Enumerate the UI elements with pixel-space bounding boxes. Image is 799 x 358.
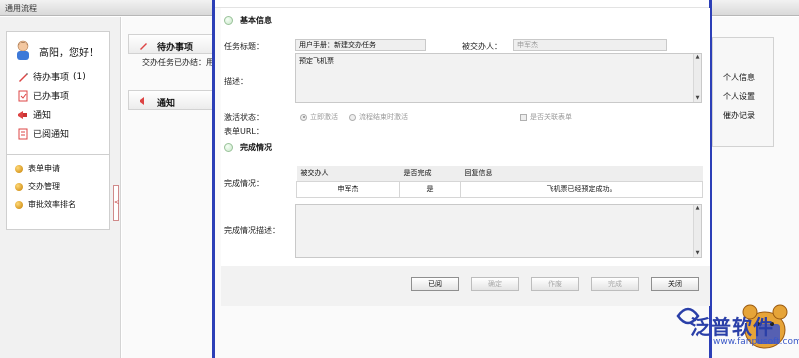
greeting-text: 高阳，您好！: [39, 48, 99, 59]
completion-desc-textarea[interactable]: ▲ ▼: [295, 204, 702, 258]
checkbox[interactable]: [520, 113, 527, 121]
nav-item-label: 已办事项: [33, 92, 70, 102]
nav-item-label: 通知: [33, 111, 52, 121]
assignee-label: 被交办人：: [462, 42, 502, 51]
cell-done: 是: [399, 180, 461, 198]
column-header: 被交办人: [296, 166, 400, 182]
menu-item-label: 交办管理: [28, 182, 60, 191]
radio-label: 流程结束时激活: [359, 113, 408, 121]
nav-item-done[interactable]: 已办事项: [17, 89, 69, 102]
arrow-bullet-icon: [15, 182, 23, 191]
confirm-button[interactable]: 确定: [471, 277, 519, 291]
sidebar-collapse-handle[interactable]: <: [113, 185, 119, 221]
scroll-down-icon[interactable]: ▼: [694, 95, 701, 102]
description-textarea[interactable]: 预定飞机票 ▲ ▼: [295, 53, 702, 103]
cell-assignee: 申军杰: [296, 180, 400, 198]
user-panel: 高阳，您好！ 待办事项 (1) 已办事项 通知 已阅通知: [6, 31, 110, 161]
collapse-arrow-icon: <: [114, 199, 120, 206]
todo-panel-title: 待办事项: [157, 43, 194, 53]
task-title-field[interactable]: 用户手册：新建交办任务: [295, 39, 426, 51]
cell-reply: 飞机票已经预定成功。: [460, 180, 703, 198]
brand-name: 泛普软件: [690, 315, 774, 339]
form-url-label: 表单URL：: [224, 127, 264, 136]
radio-activate-immediately[interactable]: 立即激活: [300, 112, 338, 122]
section-bullet-icon: [224, 15, 233, 25]
radio-button[interactable]: [349, 113, 356, 121]
notice-panel-title: 通知: [157, 99, 176, 109]
menu-item-efficiency-rank[interactable]: 审批效率排名: [15, 199, 76, 210]
close-button[interactable]: 关闭: [651, 277, 699, 291]
menu-item-label: 表单申请: [28, 164, 60, 173]
brand-url: www.fanpusoft.com: [713, 337, 799, 347]
document-icon: [18, 90, 28, 101]
link-personal-settings[interactable]: 个人设置: [723, 91, 755, 102]
left-sidebar: 高阳，您好！ 待办事项 (1) 已办事项 通知 已阅通知 表单申请 交办管理 审…: [0, 17, 121, 358]
document-check-icon: [18, 128, 28, 139]
checkbox-link-form[interactable]: 是否关联表单: [520, 112, 572, 122]
nav-item-label: 已阅通知: [33, 130, 70, 140]
radio-button[interactable]: [300, 113, 307, 121]
arrow-bullet-icon: [15, 164, 23, 173]
read-button[interactable]: 已阅: [411, 277, 459, 291]
completion-title: 完成情况: [240, 142, 272, 152]
table-header-row: 被交办人 是否完成 回复信息: [296, 166, 703, 182]
nav-item-todo[interactable]: 待办事项 (1): [17, 70, 86, 83]
todo-item-link[interactable]: 交办任务已办结：用戶: [142, 57, 222, 68]
description-text: 预定飞机票: [299, 57, 334, 65]
todo-panel-header: 待办事项: [128, 34, 216, 54]
todo-count: (1): [73, 71, 86, 82]
nav-item-read-notice[interactable]: 已阅通知: [17, 127, 69, 140]
completion-label: 完成情况：: [224, 179, 264, 188]
table-row: 申军杰 是 飞机票已经预定成功。: [296, 180, 703, 198]
completion-table: 被交办人 是否完成 回复信息 申军杰 是 飞机票已经预定成功。: [296, 166, 703, 198]
basic-info-title: 基本信息: [240, 15, 272, 25]
nav-item-notice[interactable]: 通知: [17, 108, 51, 121]
activation-label: 激活状态：: [224, 113, 264, 122]
description-label: 描述：: [224, 77, 248, 86]
completion-desc-label: 完成情况描述：: [224, 226, 280, 235]
avatar: [17, 40, 29, 60]
column-header: 回复信息: [460, 166, 703, 182]
basic-info-section-header: 基本信息: [218, 12, 707, 28]
dialog-top-strip: [215, 0, 709, 8]
completion-desc-scrollbar[interactable]: ▲ ▼: [693, 205, 701, 257]
function-menu: 表单申请 交办管理 审批效率排名: [6, 154, 110, 230]
description-scrollbar[interactable]: ▲ ▼: [693, 54, 701, 102]
menu-item-label: 审批效率排名: [28, 200, 76, 209]
task-title-label: 任务标题：: [224, 42, 264, 51]
megaphone-icon: [18, 110, 27, 119]
megaphone-icon: [140, 97, 144, 105]
column-header: 是否完成: [399, 166, 461, 182]
pen-icon: [140, 43, 147, 50]
link-personal-info[interactable]: 个人信息: [723, 72, 755, 83]
assignee-field[interactable]: 申军杰: [513, 39, 667, 51]
checkbox-label: 是否关联表单: [530, 113, 572, 121]
menu-item-form-apply[interactable]: 表单申请: [15, 163, 60, 174]
right-quick-links: 个人信息 个人设置 催办记录: [712, 37, 774, 147]
notice-panel-header: 通知: [128, 90, 216, 110]
link-urge-records[interactable]: 催办记录: [723, 110, 755, 121]
complete-button[interactable]: 完成: [591, 277, 639, 291]
scroll-up-icon[interactable]: ▲: [694, 54, 701, 61]
pen-icon: [19, 72, 28, 82]
nav-item-label: 待办事项: [33, 73, 70, 83]
scroll-up-icon[interactable]: ▲: [694, 205, 701, 212]
completion-section-header: 完成情况: [218, 139, 707, 155]
scroll-down-icon[interactable]: ▼: [694, 250, 701, 257]
menu-item-assign-manage[interactable]: 交办管理: [15, 181, 60, 192]
void-button[interactable]: 作废: [531, 277, 579, 291]
section-bullet-icon: [224, 142, 233, 152]
radio-activate-after-flow[interactable]: 流程结束时激活: [349, 112, 408, 122]
arrow-bullet-icon: [15, 200, 23, 209]
app-title: 通用流程: [5, 4, 37, 13]
radio-label: 立即激活: [310, 113, 338, 121]
